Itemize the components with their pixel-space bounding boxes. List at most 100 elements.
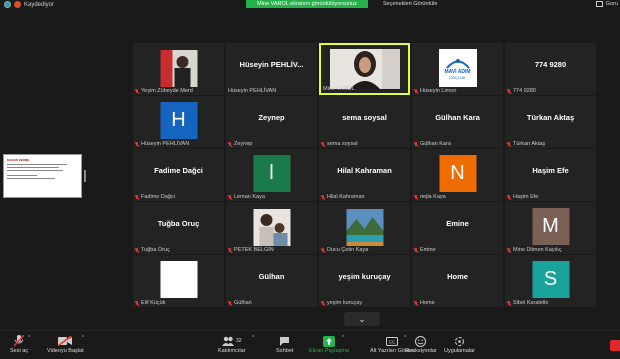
participant-tile[interactable]: M Mine Dilmen Kayıkç: [505, 202, 596, 254]
microphone-muted-icon: [507, 88, 511, 94]
participant-name-label: Zeynep: [228, 141, 252, 147]
shared-screen-thumbnail[interactable]: KARAR VERME: [3, 154, 82, 198]
participant-initial-avatar: M: [532, 208, 569, 245]
participant-display-name: Hüseyin PEHLİV...: [239, 60, 304, 69]
chat-label: Sohbet: [276, 348, 294, 354]
logo-text: KOÇLUK: [449, 74, 466, 80]
gallery-view-button[interactable]: Goru: [595, 1, 618, 7]
participant-name: Fadime Dağci: [141, 194, 175, 200]
participant-display-name: Emine: [446, 219, 469, 228]
participant-name-label: Home: [414, 300, 435, 306]
resize-handle[interactable]: [84, 170, 86, 182]
participant-tile[interactable]: Mine VAROL: [319, 43, 410, 95]
chat-button[interactable]: Sohbet: [276, 334, 293, 354]
participants-button[interactable]: 32 Katılımcılar: [218, 334, 246, 354]
participant-tile[interactable]: 774 9280 774 9280: [505, 43, 596, 95]
participant-name: yeşim kuruçay: [327, 300, 363, 306]
participant-tile[interactable]: Nnejla Kaya: [412, 149, 503, 201]
participant-tile[interactable]: MAVİ ADIM KOÇLUK Hüseyin Limon: [412, 43, 503, 95]
video-options-caret[interactable]: ^: [82, 335, 84, 341]
participant-tile[interactable]: yeşim kuruçay yeşim kuruçay: [319, 255, 410, 307]
participant-name-label: Gülhan Kara: [414, 141, 451, 147]
participant-name-label: yeşim kuruçay: [321, 300, 362, 306]
slide-text-line: [7, 167, 59, 168]
microphone-muted-icon: [321, 300, 325, 306]
participant-tile[interactable]: Elif Küçük: [133, 255, 224, 307]
participant-name-label: Tuğba Oruç: [135, 247, 170, 253]
start-video-button[interactable]: Videoyu Başlat: [47, 334, 84, 354]
apps-icon: [454, 336, 464, 346]
participant-tile[interactable]: Fadime Dağci Fadime Dağci: [133, 149, 224, 201]
participant-tile[interactable]: Zeynep Zeynep: [226, 96, 317, 148]
unmute-label: Sesi aç: [10, 348, 29, 354]
unmute-button[interactable]: Sesi aç: [10, 334, 28, 354]
participant-name: Hilal Kahraman: [327, 194, 365, 200]
participant-tile[interactable]: Yeşim Zübeyde Merd: [133, 43, 224, 95]
participant-name-label: Hilal Kahraman: [321, 194, 365, 200]
participant-name-label: 774 9280: [507, 88, 536, 94]
meeting-toolbar: Sesi aç ^ Videoyu Başlat ^ 32 Katılımcıl…: [0, 330, 620, 359]
participant-name: PETEK BELGİN: [234, 247, 274, 253]
participant-name: Yeşim Zübeyde Merd: [141, 88, 193, 94]
participant-tile[interactable]: Gülhan Kara Gülhan Kara: [412, 96, 503, 148]
microphone-muted-icon: [507, 141, 511, 147]
microphone-muted-icon: [321, 247, 325, 253]
participants-caret[interactable]: ^: [252, 335, 254, 341]
participant-name-label: Mine Dilmen Kayıkç: [507, 247, 562, 253]
top-bar: Kaydediyor Mine VAROL ekranını görüntülü…: [0, 0, 620, 12]
participant-initial-avatar: S: [532, 261, 569, 298]
participant-display-name: Haşim Efe: [532, 166, 569, 175]
participant-name-label: Fadime Dağci: [135, 194, 175, 200]
participant-initial-avatar: N: [439, 155, 476, 192]
mavi-adim-logo: MAVİ ADIM KOÇLUK: [438, 49, 477, 87]
chevron-down-icon: ⌄: [358, 313, 366, 324]
participant-tile[interactable]: Emine Emine: [412, 202, 503, 254]
participant-name: Türkan Aktaş: [513, 141, 546, 147]
gallery-label: Goru: [605, 1, 618, 7]
audio-options-caret[interactable]: ^: [28, 335, 30, 341]
participant-tile[interactable]: PETEK BELGİN: [226, 202, 317, 254]
microphone-muted-icon: [135, 300, 139, 306]
microphone-muted-icon: [414, 141, 418, 147]
reactions-button[interactable]: Reaksiyonlar: [405, 334, 437, 354]
participant-tile[interactable]: Tuğba Oruç Tuğba Oruç: [133, 202, 224, 254]
participant-tile[interactable]: Hüseyin PEHLİV... Hüseyin PEHLİVAN: [226, 43, 317, 95]
participants-label: Katılımcılar: [218, 348, 246, 354]
microphone-muted-icon: [507, 194, 511, 200]
participant-name-label: Leman Kaya: [228, 194, 265, 200]
participant-tile[interactable]: Ducu Çetin Kaya: [319, 202, 410, 254]
screen-share-banner[interactable]: Mine VAROL ekranını görüntülüyorsunuz: [246, 0, 368, 8]
participant-name: Mine VAROL: [323, 86, 355, 92]
end-meeting-button[interactable]: [610, 340, 620, 351]
view-options-menu[interactable]: Seçenekleri Görüntüle: [383, 0, 437, 8]
microphone-muted-icon: [14, 335, 25, 347]
participant-tile[interactable]: Türkan Aktaş Türkan Aktaş: [505, 96, 596, 148]
participant-display-name: Gülhan Kara: [435, 113, 480, 122]
participant-display-name: yeşim kuruçay: [338, 272, 391, 281]
share-options-caret[interactable]: ^: [342, 335, 344, 341]
participant-tile[interactable]: Gülhan Gülhan: [226, 255, 317, 307]
participant-photo: [253, 209, 290, 246]
chat-icon: [280, 337, 290, 346]
scroll-down-button[interactable]: ⌄: [344, 312, 380, 326]
participant-tile[interactable]: Haşim Efe Haşim Efe: [505, 149, 596, 201]
participant-tile[interactable]: Hilal Kahraman Hilal Kahraman: [319, 149, 410, 201]
microphone-muted-icon: [321, 194, 325, 200]
apps-button[interactable]: Uygulamalar: [444, 334, 475, 354]
participant-video-feed: [329, 49, 400, 89]
participant-tile[interactable]: sema soysal sema soysal: [319, 96, 410, 148]
apps-label: Uygulamalar: [444, 348, 475, 354]
recording-indicator[interactable]: Kaydediyor: [4, 1, 54, 8]
participant-name-label: Haşim Efe: [507, 194, 538, 200]
participant-tile[interactable]: l Leman Kaya: [226, 149, 317, 201]
participant-name: Gülhan: [234, 300, 252, 306]
participant-tile[interactable]: Home Home: [412, 255, 503, 307]
participant-name-label: Elif Küçük: [135, 300, 165, 306]
participant-name: nejla Kaya: [420, 194, 446, 200]
grid-icon: [595, 1, 603, 7]
participant-tile[interactable]: H Hüseyin PEHLİVAN: [133, 96, 224, 148]
microphone-muted-icon: [228, 247, 232, 253]
start-video-label: Videoyu Başlat: [47, 348, 84, 354]
participant-display-name: Hilal Kahraman: [337, 166, 392, 175]
participant-tile[interactable]: S Sibel Karatelle: [505, 255, 596, 307]
